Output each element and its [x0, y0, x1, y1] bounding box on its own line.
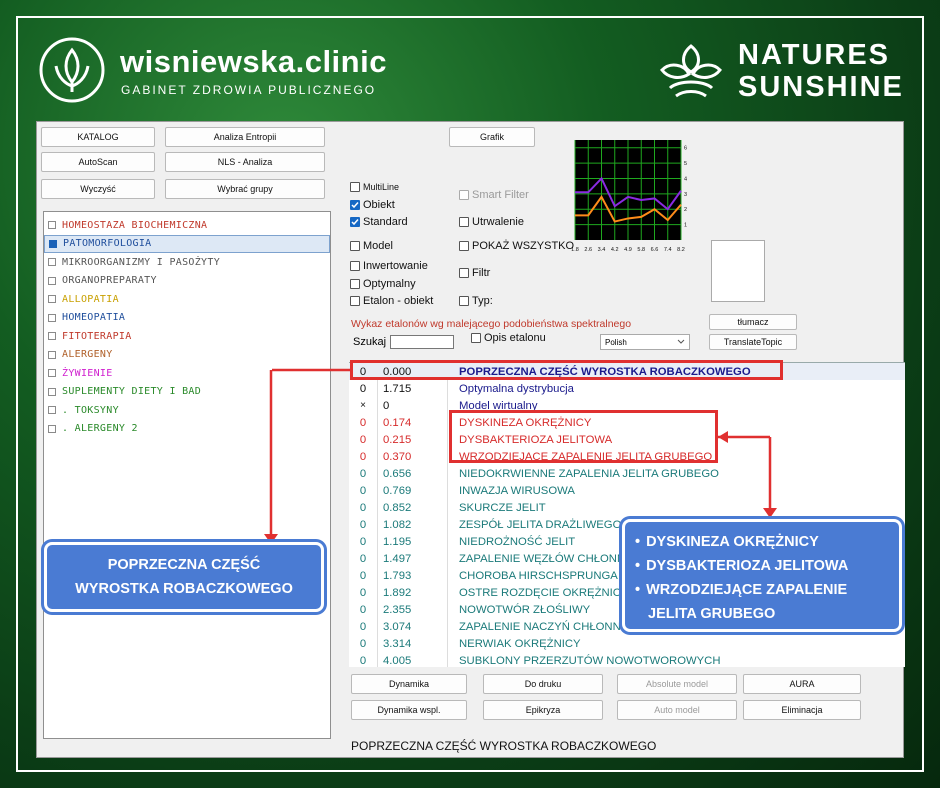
callout-left: POPRZECZNA CZĘŚĆ WYROSTKA ROBACZKOWEGO — [44, 542, 324, 612]
bullet-icon: • — [635, 558, 641, 574]
callout-right-text: JELITA GRUBEGO — [648, 606, 776, 622]
arrow-head-down-icon — [763, 508, 777, 518]
callout-right-item: • DYSBAKTERIOZA JELITOWA — [635, 554, 889, 578]
callout-left-line1: POPRZECZNA CZĘŚĆ — [107, 557, 261, 573]
arrow-head-left-icon — [718, 431, 728, 443]
callout-right: • DYSKINEZA OKRĘŻNICY • DYSBAKTERIOZA JELI… — [622, 519, 902, 632]
callout-right-text: DYSBAKTERIOZA JELITOWA — [646, 558, 849, 574]
bullet-icon: • — [635, 582, 641, 598]
callout-right-item: • DYSKINEZA OKRĘŻNICY — [635, 530, 889, 554]
callout-right-text: DYSKINEZA OKRĘŻNICY — [646, 534, 819, 550]
callout-right-text: WRZODZIEJĄCE ZAPALENIE — [646, 582, 848, 598]
annotation-arrows — [264, 368, 777, 544]
callout-left-line2: WYROSTKA ROBACZKOWEGO — [75, 581, 293, 597]
bullet-icon: • — [635, 534, 641, 550]
callout-right-item: • WRZODZIEJĄCE ZAPALENIE — [635, 578, 889, 602]
